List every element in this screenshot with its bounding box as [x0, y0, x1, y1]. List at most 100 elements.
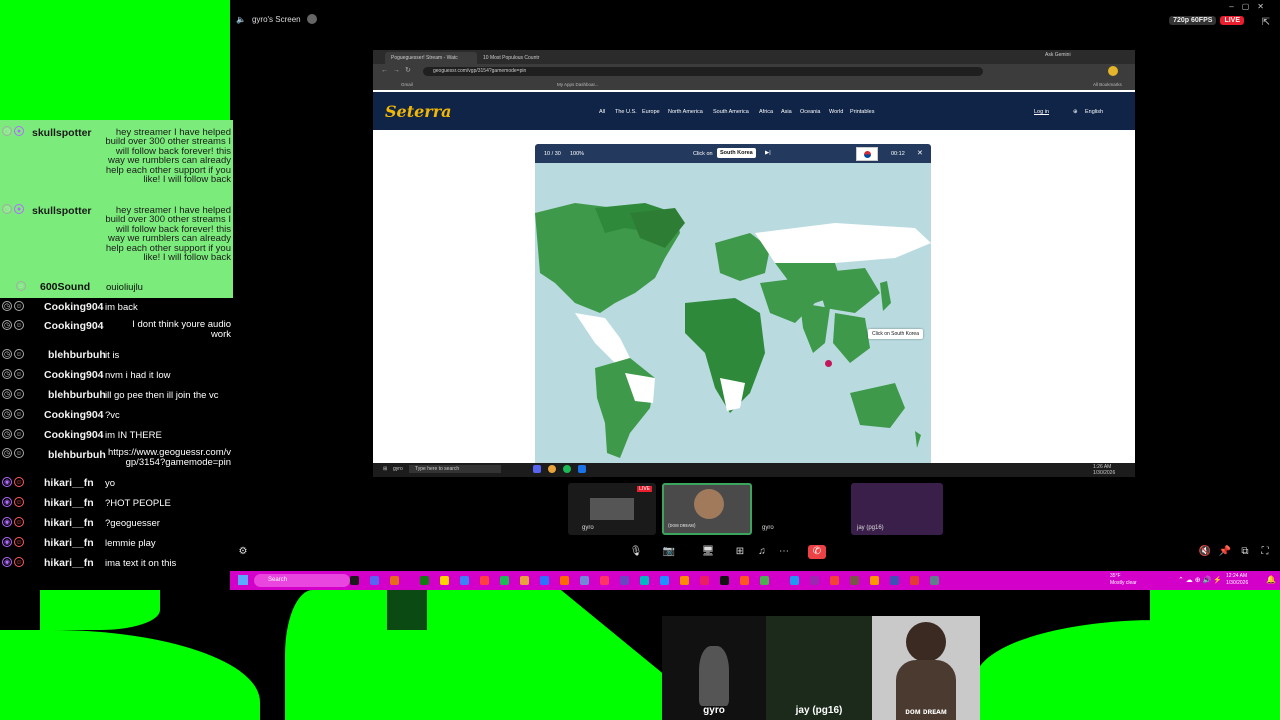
app-icon[interactable] — [640, 576, 649, 585]
chrome-icon[interactable] — [548, 465, 556, 473]
fullscreen-icon[interactable]: ⛶ — [1258, 545, 1272, 559]
app-icon[interactable] — [660, 576, 669, 585]
all-bookmarks[interactable]: All Bookmarks — [1093, 82, 1122, 87]
maximize-icon[interactable]: ▢ — [1242, 2, 1258, 11]
system-tray-icons[interactable]: ⌃ ☁ ⊕ 🔊 ⚡ — [1178, 576, 1222, 584]
profile-avatar[interactable] — [1108, 66, 1118, 76]
task-view-icon[interactable] — [350, 576, 359, 585]
notification-bell-icon[interactable]: 🔔 — [1266, 575, 1276, 584]
chat-username: Cooking904 — [44, 320, 104, 332]
soundboard-icon[interactable]: ♫ — [755, 545, 769, 559]
popout-icon[interactable]: ⇱ — [1262, 17, 1270, 28]
app-icon[interactable] — [760, 576, 769, 585]
spotify-icon[interactable] — [563, 465, 571, 473]
nav-item[interactable]: All — [599, 109, 605, 115]
app-icon[interactable] — [740, 576, 749, 585]
close-icon[interactable]: ✕ — [1257, 2, 1272, 11]
close-icon[interactable]: ✕ — [917, 149, 923, 157]
nav-item[interactable]: Africa — [759, 109, 773, 115]
nav-item[interactable]: North America — [668, 109, 703, 115]
app-icon[interactable] — [810, 576, 819, 585]
app-icon[interactable] — [540, 576, 549, 585]
app-icon[interactable] — [850, 576, 859, 585]
more-options-icon[interactable]: ⋯ — [777, 545, 791, 559]
chat-message: ◷ ☺ Cooking904 nvm i had it low — [0, 369, 233, 383]
chrome-icon[interactable] — [520, 576, 529, 585]
edge-icon[interactable] — [460, 576, 469, 585]
popout-window-icon[interactable]: ⧉ — [1238, 545, 1252, 559]
chat-message-text: I dont think youre audio work — [132, 319, 231, 340]
nav-item[interactable]: Asia — [781, 109, 792, 115]
settings-icon[interactable]: ⚙ — [236, 545, 250, 559]
weather-desc[interactable]: Mostly clear — [1110, 580, 1137, 586]
app-icon[interactable] — [700, 576, 709, 585]
minimize-icon[interactable]: – — [1229, 2, 1241, 11]
nav-item[interactable]: World — [829, 109, 843, 115]
nav-item[interactable]: Oceania — [800, 109, 821, 115]
windows-icon[interactable]: ⊞ — [383, 466, 387, 472]
browser-tab[interactable]: 10 Most Populous Countr — [477, 52, 569, 64]
chat-username: Cooking904 — [44, 409, 104, 421]
file-explorer-icon[interactable] — [440, 576, 449, 585]
login-link[interactable]: Log in — [1034, 109, 1049, 115]
app-icon[interactable] — [580, 576, 589, 585]
app-icon[interactable] — [390, 576, 399, 585]
app-icon[interactable] — [870, 576, 879, 585]
participant-tile[interactable]: gyro — [756, 483, 846, 535]
language-select[interactable]: English — [1085, 109, 1103, 115]
url-input[interactable]: geoguessr.com/vgp/3154?gamemode=pin — [423, 67, 983, 76]
app-icon[interactable] — [930, 576, 939, 585]
chat-message: ◉ ☺ hikari__fn ?HOT PEOPLE — [0, 497, 233, 511]
avatar — [694, 489, 724, 519]
browser-tab[interactable]: Pogueguesser! Stream - Watc — [385, 52, 477, 64]
app-icon[interactable] — [890, 576, 899, 585]
bookmark-item[interactable]: Gmail — [401, 82, 413, 87]
steam-icon[interactable] — [578, 465, 586, 473]
spotify-icon[interactable] — [500, 576, 509, 585]
activities-icon[interactable]: ⊞ — [733, 545, 747, 559]
participant-tile[interactable]: jay (pg16) — [851, 483, 943, 535]
taskbar-user: gyro — [393, 466, 403, 472]
nav-item[interactable]: Europe — [642, 109, 660, 115]
pin-icon[interactable]: 📌 — [1218, 545, 1232, 559]
camera-icon[interactable]: 📷 — [662, 545, 676, 559]
participant-tile-speaking[interactable]: (ᴅᴏᴍ ᴅʀᴇᴀᴍ) — [662, 483, 752, 535]
taskbar-search[interactable]: Type here to search — [409, 465, 501, 473]
app-icon[interactable] — [480, 576, 489, 585]
chat-username: skullspotter — [32, 205, 92, 217]
taskbar-search[interactable]: Search — [254, 574, 350, 587]
site-logo[interactable]: Seterra — [385, 102, 452, 121]
volume-mute-icon[interactable]: 🔇 — [1198, 545, 1212, 559]
skip-icon[interactable]: ▶| — [765, 150, 771, 156]
nav-item[interactable]: The U.S. — [615, 109, 637, 115]
app-icon[interactable] — [830, 576, 839, 585]
participant-name: gyro — [582, 525, 594, 531]
chat-message: ◉ ☺ hikari__fn ?geoguesser — [0, 517, 233, 531]
app-icon[interactable] — [600, 576, 609, 585]
map-new-zealand — [915, 431, 921, 448]
discord-icon[interactable] — [370, 576, 379, 585]
app-icon[interactable] — [720, 576, 729, 585]
nav-item[interactable]: Printables — [850, 109, 874, 115]
app-icon[interactable] — [680, 576, 689, 585]
participant-tile[interactable]: LIVE gyro — [568, 483, 656, 535]
xbox-icon[interactable] — [420, 576, 429, 585]
disconnect-button[interactable]: ✆ — [808, 545, 826, 559]
nav-arrows-icon[interactable]: ←→↻ — [381, 66, 416, 74]
discord-icon[interactable] — [533, 465, 541, 473]
windows-start-icon[interactable] — [238, 575, 248, 585]
weather-temp[interactable]: 35°F — [1110, 573, 1121, 579]
app-icon[interactable] — [620, 576, 629, 585]
world-map-svg[interactable] — [535, 163, 931, 463]
user-icon: ☺ — [14, 409, 24, 419]
world-map[interactable] — [535, 163, 931, 463]
shared-browser-window: Pogueguesser! Stream - Watc 10 Most Popu… — [373, 50, 1135, 463]
app-icon[interactable] — [790, 576, 799, 585]
ask-gemini-button[interactable]: Ask Gemini — [1045, 52, 1071, 58]
screen-share-icon[interactable]: 🖥 — [701, 545, 715, 559]
app-icon[interactable] — [560, 576, 569, 585]
bookmark-item[interactable]: My Apps Dashboar... — [557, 82, 599, 87]
app-icon[interactable] — [910, 576, 919, 585]
microphone-icon[interactable]: 🎙 — [629, 545, 643, 559]
nav-item[interactable]: South America — [713, 109, 749, 115]
